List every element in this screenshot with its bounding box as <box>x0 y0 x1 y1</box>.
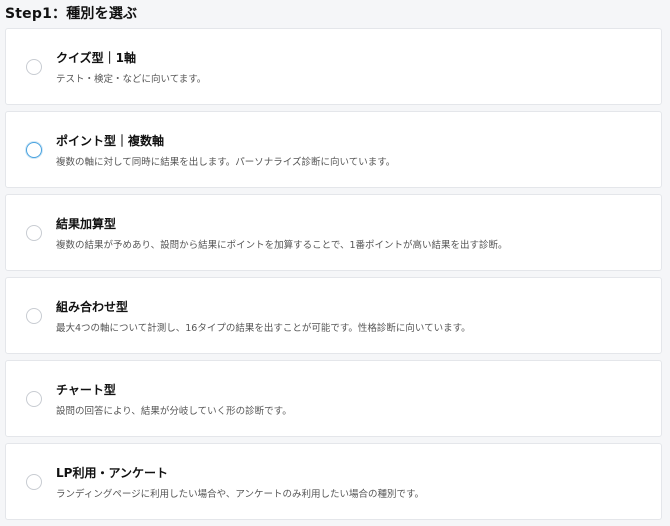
radio-button[interactable] <box>26 225 42 241</box>
option-description: 複数の軸に対して同時に結果を出します。パーソナライズ診断に向いています。 <box>56 157 396 168</box>
option-title: クイズ型｜1軸 <box>56 51 136 65</box>
option-lp-survey-type[interactable]: LP利用・アンケート ランディングページに利用したい場合や、アンケートのみ利用し… <box>5 443 662 520</box>
option-description: テスト・検定・などに向いてます。 <box>56 74 207 85</box>
option-title: 組み合わせ型 <box>56 300 129 314</box>
option-title: LP利用・アンケート <box>56 466 168 480</box>
option-title: チャート型 <box>56 383 116 397</box>
option-description: 設問の回答により、結果が分岐していく形の診断です。 <box>56 406 292 417</box>
option-chart-type[interactable]: チャート型 設問の回答により、結果が分岐していく形の診断です。 <box>5 360 662 437</box>
option-combination-type[interactable]: 組み合わせ型 最大4つの軸について計測し、16タイプの結果を出すことが可能です。… <box>5 277 662 354</box>
option-description: ランディングページに利用したい場合や、アンケートのみ利用したい場合の種別です。 <box>56 489 425 500</box>
option-quiz-type[interactable]: クイズ型｜1軸 テスト・検定・などに向いてます。 <box>5 28 662 105</box>
radio-button[interactable] <box>26 474 42 490</box>
radio-button[interactable] <box>26 391 42 407</box>
radio-button[interactable] <box>26 59 42 75</box>
option-result-addition-type[interactable]: 結果加算型 複数の結果が予めあり、設問から結果にポイントを加算することで、1番ポ… <box>5 194 662 271</box>
option-point-type[interactable]: ポイント型｜複数軸 複数の軸に対して同時に結果を出します。パーソナライズ診断に向… <box>5 111 662 188</box>
step-title: Step1：種別を選ぶ <box>5 6 138 22</box>
option-description: 最大4つの軸について計測し、16タイプの結果を出すことが可能です。性格診断に向い… <box>56 323 471 334</box>
type-option-list: クイズ型｜1軸 テスト・検定・などに向いてます。 ポイント型｜複数軸 複数の軸に… <box>5 28 662 526</box>
option-description: 複数の結果が予めあり、設問から結果にポイントを加算することで、1番ポイントが高い… <box>56 240 508 251</box>
option-title: 結果加算型 <box>56 217 117 231</box>
type-selection-page: Step1：種別を選ぶ クイズ型｜1軸 テスト・検定・などに向いてます。 ポイン… <box>0 0 670 526</box>
radio-button[interactable] <box>26 142 42 158</box>
radio-button[interactable] <box>26 308 42 324</box>
option-title: ポイント型｜複数軸 <box>56 134 165 148</box>
